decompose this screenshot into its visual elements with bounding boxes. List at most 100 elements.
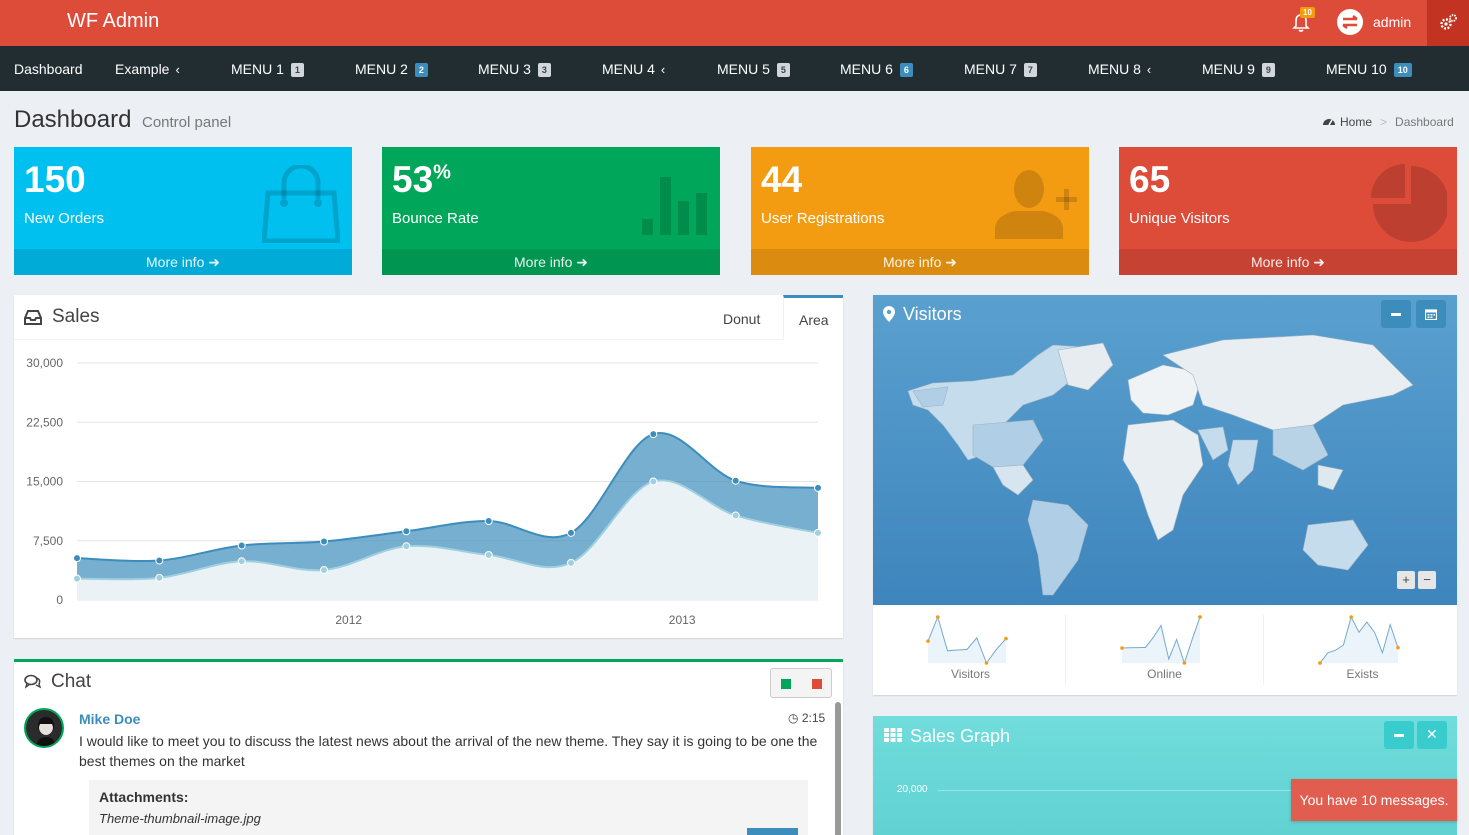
sparkline-chart <box>926 615 1008 665</box>
world-map-panel: Visitors + − <box>873 295 1457 605</box>
nav-count-badge: 10 <box>1393 63 1412 77</box>
chat-box: Chat Mike Doe ◷ 2:15 I would like to mee… <box>14 659 843 835</box>
nav-count-badge: 3 <box>537 63 551 77</box>
page-title: Dashboard <box>14 106 132 133</box>
top-nav: Dashboard Example ‹ MENU 1 1 MENU 2 2 MENU 3 3 ME… <box>0 46 1469 91</box>
y-tick-label: 22,500 <box>26 415 63 429</box>
nav-count-badge: 9 <box>1261 63 1275 77</box>
stat-box-user-registrations: 44 User Registrations More info ➜ <box>751 147 1089 275</box>
attachment-filename[interactable]: Theme-thumbnail-image.jpg <box>99 811 261 826</box>
sparkline-point <box>1318 661 1322 665</box>
sparkline-chart <box>1318 615 1400 665</box>
nav-item-example[interactable]: Example ‹ <box>115 61 180 77</box>
breadcrumb-home[interactable]: Home <box>1340 115 1372 129</box>
user-avatar[interactable] <box>1337 9 1363 35</box>
online-square-icon[interactable] <box>781 679 791 689</box>
world-map[interactable] <box>873 295 1457 605</box>
attachments-heading: Attachments: <box>99 789 189 805</box>
data-point-series-1 <box>155 556 164 565</box>
more-info-link[interactable]: More info ➜ <box>382 249 720 275</box>
nav-item-label: Example <box>115 61 170 77</box>
nav-count-badge: 6 <box>899 63 913 77</box>
nav-item-label: MENU 3 <box>478 61 531 77</box>
stat-label: User Registrations <box>761 210 885 227</box>
stat-value: 53% <box>392 159 451 200</box>
y-tick-label: 7,500 <box>33 534 63 548</box>
y-tick-label: 0 <box>56 593 63 607</box>
close-icon: ✕ <box>1426 726 1438 742</box>
nav-item-menu-2[interactable]: MENU 2 2 <box>355 61 428 77</box>
data-point-series-1 <box>237 541 246 550</box>
sparkline-area <box>1122 617 1200 663</box>
map-zoom-out-button[interactable]: − <box>1418 571 1436 589</box>
breadcrumb: Home > Dashboard <box>1322 115 1454 129</box>
data-point-series-2 <box>402 542 411 551</box>
data-point-series-2 <box>320 565 328 574</box>
tab-area[interactable]: Area <box>783 295 843 340</box>
open-attachment-button[interactable] <box>747 828 798 835</box>
data-point-series-1 <box>567 528 575 537</box>
nav-item-label: MENU 8 <box>1088 61 1141 77</box>
data-point-series-2 <box>814 528 822 537</box>
sparkline-point <box>1198 615 1202 619</box>
person-photo-icon <box>36 717 56 746</box>
data-point-series-1 <box>402 527 411 536</box>
chevron-left-icon: ‹ <box>1146 62 1152 77</box>
nav-item-menu-9[interactable]: MENU 9 9 <box>1202 61 1275 77</box>
brand-logo[interactable]: WF Admin <box>67 10 159 33</box>
nav-count-badge: 7 <box>1023 63 1037 77</box>
nav-item-label: MENU 4 <box>602 61 655 77</box>
clock-icon: ◷ <box>788 711 799 725</box>
map-zoom-in-button[interactable]: + <box>1397 571 1415 589</box>
stat-box-unique-visitors: 65 Unique Visitors More info ➜ <box>1119 147 1457 275</box>
page-subtitle: Control panel <box>142 114 232 131</box>
nav-item-menu-1[interactable]: MENU 1 1 <box>231 61 304 77</box>
nav-item-menu-4[interactable]: MENU 4 ‹ <box>602 61 665 77</box>
nav-count-badge: 5 <box>776 63 790 77</box>
sparkline-point <box>1120 646 1124 650</box>
arrow-circle-right-icon: ➜ <box>576 254 588 270</box>
tab-donut[interactable]: Donut <box>723 311 760 327</box>
messages-toast[interactable]: You have 10 messages. <box>1291 779 1457 821</box>
nav-item-menu-6[interactable]: MENU 6 6 <box>840 61 913 77</box>
more-info-link[interactable]: More info ➜ <box>14 249 352 275</box>
data-point-series-1 <box>814 483 822 492</box>
arrow-circle-right-icon: ➜ <box>208 254 220 270</box>
more-info-link[interactable]: More info ➜ <box>1119 249 1457 275</box>
remove-button[interactable]: ✕ <box>1417 721 1447 749</box>
user-add-icon <box>995 170 1077 239</box>
nav-item-dashboard[interactable]: Dashboard <box>14 61 83 77</box>
x-tick-label: 2012 <box>335 613 362 627</box>
chat-scrollbar[interactable] <box>835 702 841 835</box>
stat-value: 150 <box>24 159 86 200</box>
collapse-button[interactable] <box>1384 721 1414 749</box>
chat-sender-name[interactable]: Mike Doe <box>79 711 140 727</box>
y-tick-label: 15,000 <box>26 475 63 489</box>
user-name[interactable]: admin <box>1373 14 1411 30</box>
tabs-divider <box>14 339 843 340</box>
dashboard-icon <box>1323 119 1335 126</box>
x-tick-label: 2013 <box>669 613 696 627</box>
notification-count-badge: 10 <box>1300 7 1315 18</box>
nav-item-menu-8[interactable]: MENU 8 ‹ <box>1088 61 1151 77</box>
nav-item-label: MENU 10 <box>1326 61 1387 77</box>
chat-status-toggle[interactable] <box>770 668 832 698</box>
grid-icon <box>884 728 902 742</box>
sparkline-point <box>1349 615 1353 619</box>
nav-item-menu-10[interactable]: MENU 10 10 <box>1326 61 1412 77</box>
nav-item-menu-7[interactable]: MENU 7 7 <box>964 61 1037 77</box>
more-info-link[interactable]: More info ➜ <box>751 249 1089 275</box>
nav-item-label: MENU 6 <box>840 61 893 77</box>
offline-square-icon[interactable] <box>812 679 822 689</box>
nav-item-label: MENU 5 <box>717 61 770 77</box>
sparkline-chart <box>1120 615 1202 665</box>
sales-area-chart: 30,000 22,500 15,000 7,500 0 2012 2013 <box>26 356 822 627</box>
control-sidebar-toggle[interactable] <box>1427 0 1469 46</box>
data-point-series-2 <box>649 477 658 486</box>
nav-item-menu-5[interactable]: MENU 5 5 <box>717 61 790 77</box>
nav-item-menu-3[interactable]: MENU 3 3 <box>478 61 551 77</box>
minus-icon <box>1394 734 1404 737</box>
sparkline-point <box>984 661 989 665</box>
sparkline-label: Visitors <box>950 667 991 681</box>
nav-item-label: MENU 9 <box>1202 61 1255 77</box>
